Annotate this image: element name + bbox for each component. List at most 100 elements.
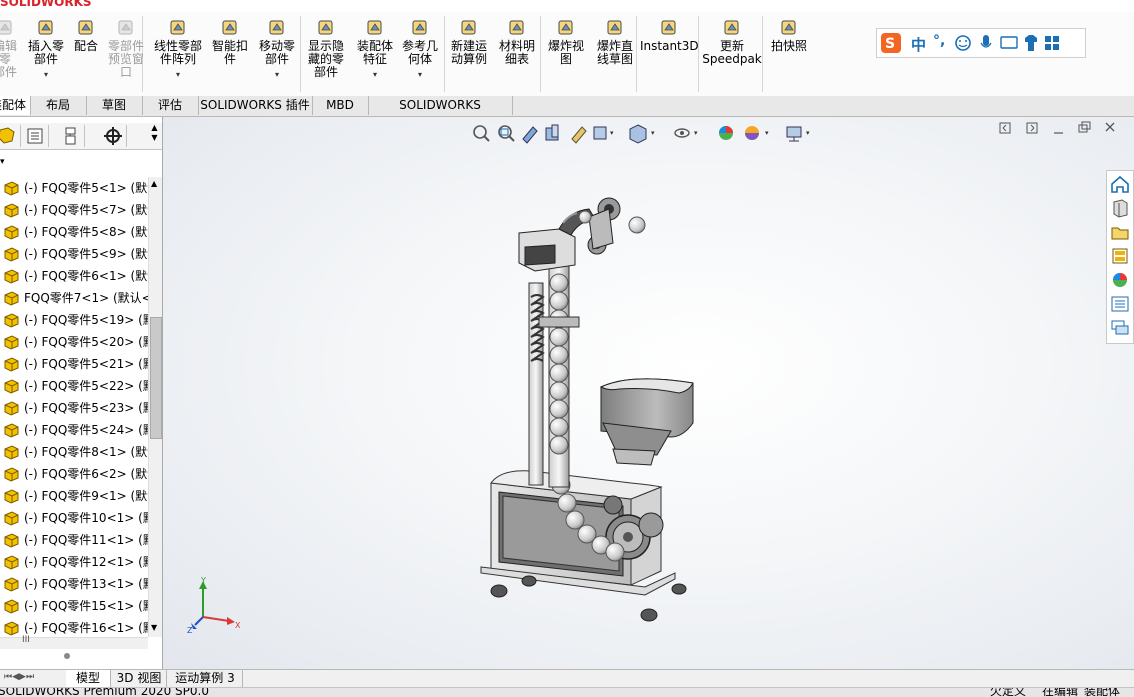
ribbon-button-exploded-view[interactable]: 爆炸视 图 bbox=[544, 18, 588, 66]
tab-2[interactable]: 草图 bbox=[86, 96, 143, 115]
tree-horizontal-scrollbar[interactable]: III bbox=[0, 635, 148, 649]
scroll-up-icon[interactable]: ▲ bbox=[151, 179, 157, 188]
ribbon-button-insert-component[interactable]: 插入零 部件 ▾ bbox=[26, 18, 66, 81]
ribbon-button-explode-line-sketch[interactable]: 爆炸直 线草图 bbox=[590, 18, 640, 66]
chevron-down-icon[interactable]: ▾ bbox=[352, 68, 398, 81]
part-icon bbox=[4, 269, 19, 284]
ribbon-button-take-snapshot[interactable]: 拍快照 bbox=[764, 18, 814, 53]
tree-item[interactable]: (-) FQQ零件10<1> (默 bbox=[0, 507, 148, 529]
panel-expand-icon[interactable]: ▲ ▼ bbox=[148, 123, 161, 149]
tree-item[interactable]: (-) FQQ零件12<1> (默 bbox=[0, 551, 148, 573]
tree-item-label: (-) FQQ零件5<20> (默 bbox=[24, 335, 148, 349]
ribbon-button-component-preview[interactable]: 零部件 预览窗 口 bbox=[104, 18, 148, 79]
tree-item[interactable]: (-) FQQ零件5<22> (默 bbox=[0, 375, 148, 397]
hscroll-grip[interactable]: III bbox=[22, 635, 30, 645]
tab-0[interactable]: 装配体 bbox=[0, 96, 31, 115]
chevron-down-icon[interactable]: ▾ bbox=[150, 68, 206, 81]
ribbon-button-update-speedpak[interactable]: 更新 Speedpak bbox=[702, 18, 762, 66]
tree-item[interactable]: FQQ零件7<1> (默认< bbox=[0, 287, 148, 309]
ime-punct-indicator[interactable]: °, bbox=[933, 33, 945, 49]
configuration-manager-tab-icon[interactable] bbox=[58, 125, 85, 147]
tab-5[interactable]: MBD bbox=[312, 96, 369, 115]
bottom-tab-2[interactable]: 运动算例 3 bbox=[168, 670, 243, 687]
ribbon-button-bill-of-materials[interactable]: 材料明 细表 bbox=[494, 18, 540, 66]
tree-item[interactable]: (-) FQQ零件5<9> (默认 bbox=[0, 243, 148, 265]
part-icon bbox=[4, 379, 19, 394]
graphics-area[interactable]: ▾ ▾ ▾ ▾ ▾ Y X Z bbox=[163, 117, 1134, 669]
bottom-nav-icons[interactable]: ⏮◀▶⏭ bbox=[4, 672, 34, 682]
ribbon-button-mate[interactable]: 配合 bbox=[72, 18, 100, 53]
ribbon-button-instant3d[interactable]: Instant3D bbox=[640, 18, 699, 53]
ime-lang-indicator[interactable]: 中 bbox=[911, 34, 926, 55]
design-library-icon[interactable] bbox=[1109, 197, 1131, 219]
appearances-icon[interactable] bbox=[1109, 269, 1131, 291]
tree-item[interactable]: (-) FQQ零件5<1> (默认 bbox=[0, 177, 148, 199]
tree-item[interactable]: (-) FQQ零件5<21> (默 bbox=[0, 353, 148, 375]
custom-properties-icon[interactable] bbox=[1109, 293, 1131, 315]
tab-3[interactable]: 评估 bbox=[142, 96, 199, 115]
ribbon-button-move-component[interactable]: 移动零 部件 ▾ bbox=[256, 18, 298, 81]
part-icon bbox=[4, 423, 19, 438]
part-icon bbox=[4, 599, 19, 614]
tube-clamp bbox=[538, 316, 580, 328]
ribbon-button-show-hidden[interactable]: 显示隐 藏的零 部件 bbox=[302, 18, 350, 79]
tree-item[interactable]: (-) FQQ零件15<1> (默 bbox=[0, 595, 148, 617]
ime-toolbar[interactable]: S 中 °, bbox=[876, 28, 1086, 58]
part-icon bbox=[4, 291, 19, 306]
chevron-down-icon[interactable]: ▾ bbox=[26, 68, 66, 81]
tab-1[interactable]: 布局 bbox=[30, 96, 87, 115]
home-icon[interactable] bbox=[1109, 173, 1131, 195]
ribbon-button-label: 装配体 特征 bbox=[356, 39, 393, 66]
tree-vertical-scrollbar[interactable]: ▲ ▼ bbox=[148, 177, 162, 637]
ribbon-button-linear-pattern[interactable]: 线性零部 件阵列 ▾ bbox=[150, 18, 206, 81]
tree-item[interactable]: (-) FQQ零件8<1> (默认 bbox=[0, 441, 148, 463]
tree-filter-arrow-icon[interactable]: ▾ bbox=[0, 157, 12, 169]
ribbon-button-new-motion-study[interactable]: 新建运 动算例 bbox=[446, 18, 492, 66]
chevron-down-icon[interactable]: ▾ bbox=[256, 68, 298, 81]
ribbon-button-reference-geometry[interactable]: 参考几 何体 ▾ bbox=[398, 18, 442, 81]
tree-item[interactable]: (-) FQQ零件16<1> (默 bbox=[0, 617, 148, 637]
feature-manager-tab-icon[interactable] bbox=[0, 125, 21, 147]
tree-item-label: (-) FQQ零件15<1> (默 bbox=[24, 599, 148, 613]
tab-6[interactable]: SOLIDWORKS Inspection bbox=[368, 96, 513, 131]
tree-item[interactable]: (-) FQQ零件9<1> (默认 bbox=[0, 485, 148, 507]
tree-item[interactable]: (-) FQQ零件5<23> (默 bbox=[0, 397, 148, 419]
tree-item[interactable]: (-) FQQ零件13<1> (默 bbox=[0, 573, 148, 595]
dimxpert-tab-icon[interactable] bbox=[100, 125, 127, 147]
tree-item[interactable]: (-) FQQ零件11<1> (默 bbox=[0, 529, 148, 551]
reference-geometry-icon bbox=[398, 18, 442, 38]
tree-item-label: (-) FQQ零件5<9> (默认 bbox=[24, 247, 148, 261]
tree-item-label: (-) FQQ零件6<1> (默认 bbox=[24, 269, 148, 283]
ribbon-button-assembly-feature[interactable]: 装配体 特征 ▾ bbox=[352, 18, 398, 81]
mate-icon bbox=[72, 18, 100, 38]
tree-item[interactable]: (-) FQQ零件6<1> (默认 bbox=[0, 265, 148, 287]
tab-4[interactable]: SOLIDWORKS 插件 bbox=[198, 96, 313, 115]
document-window-controls[interactable] bbox=[997, 117, 1132, 143]
tree-item[interactable]: (-) FQQ零件5<19> (默 bbox=[0, 309, 148, 331]
tree-item[interactable]: (-) FQQ零件5<20> (默 bbox=[0, 331, 148, 353]
file-explorer-icon[interactable] bbox=[1109, 221, 1131, 243]
tree-item[interactable]: (-) FQQ零件5<8> (默认 bbox=[0, 221, 148, 243]
scroll-down-icon[interactable]: ▼ bbox=[151, 623, 157, 632]
update-speedpak-icon bbox=[702, 18, 762, 38]
bottom-tab-1[interactable]: 3D 视图 bbox=[112, 670, 167, 687]
svg-text:▾: ▾ bbox=[651, 129, 655, 137]
previous-view-icon bbox=[522, 126, 538, 144]
property-manager-tab-icon[interactable] bbox=[22, 125, 49, 147]
scroll-thumb[interactable] bbox=[150, 317, 162, 439]
ribbon-button-edit-component[interactable]: 编辑零 部件 bbox=[0, 18, 22, 79]
tree-item-label: (-) FQQ零件10<1> (默 bbox=[24, 511, 148, 525]
tile-left-icon bbox=[999, 122, 1011, 134]
heads-up-view-toolbar[interactable]: ▾ ▾ ▾ ▾ ▾ bbox=[468, 121, 828, 147]
view-palette-icon[interactable] bbox=[1109, 245, 1131, 267]
tree-item[interactable]: (-) FQQ零件5<24> (默 bbox=[0, 419, 148, 441]
tree-item[interactable]: (-) FQQ零件6<2> (默认 bbox=[0, 463, 148, 485]
tree-item[interactable]: (-) FQQ零件5<7> (默认 bbox=[0, 199, 148, 221]
ribbon-button-label: 拍快照 bbox=[770, 39, 807, 53]
assembly-model[interactable] bbox=[463, 187, 763, 627]
panel-splitter-handle[interactable] bbox=[64, 653, 70, 659]
forum-icon[interactable] bbox=[1109, 317, 1131, 339]
ribbon-button-smart-fastener[interactable]: 智能扣 件 bbox=[208, 18, 252, 66]
bottom-tab-0[interactable]: 模型 bbox=[66, 670, 111, 687]
chevron-down-icon[interactable]: ▾ bbox=[398, 68, 442, 81]
